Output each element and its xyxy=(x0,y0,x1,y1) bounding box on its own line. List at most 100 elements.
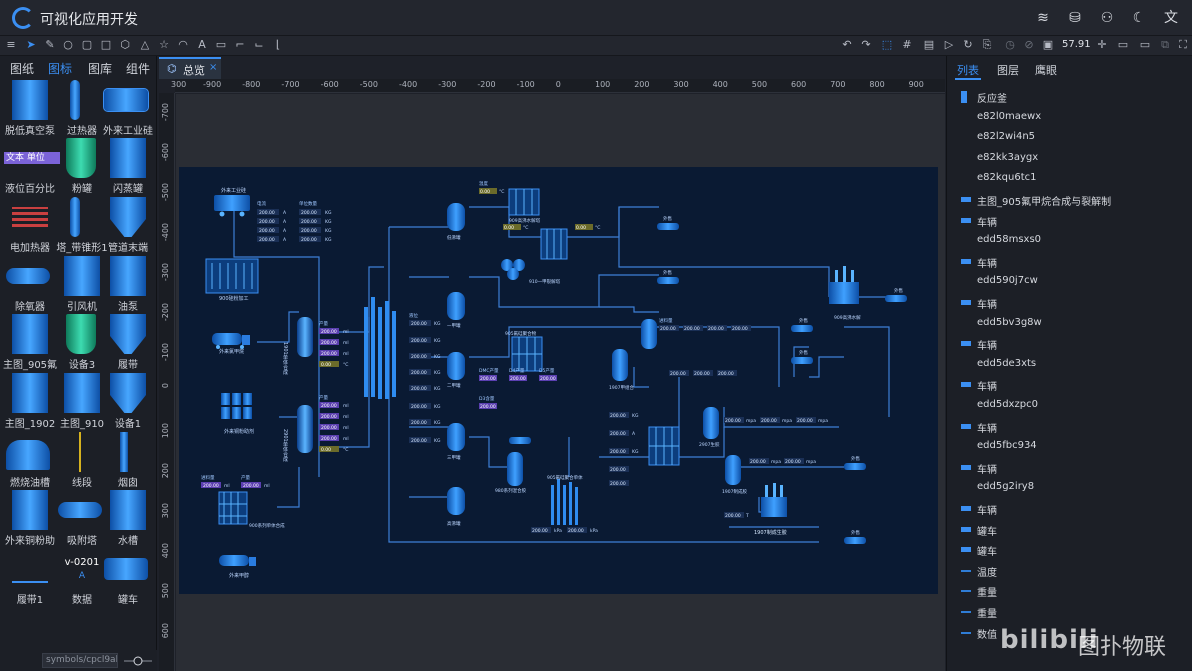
history-icon[interactable]: ◷ xyxy=(1003,38,1017,52)
pen-icon[interactable]: ✎ xyxy=(43,38,57,52)
hexagon-icon[interactable]: ⬡ xyxy=(118,38,132,52)
asset-item[interactable]: 外来工业硅 xyxy=(102,80,154,138)
list-item[interactable]: 车辆 xyxy=(957,211,1185,231)
asset-item[interactable]: 除氧器 xyxy=(4,256,56,314)
tab-drawings[interactable]: 图纸 xyxy=(10,60,34,77)
symbol-path-field[interactable]: symbols/cpcl9akpv5 xyxy=(42,653,118,668)
ruler-tick-label: 100 xyxy=(161,423,170,439)
list-item[interactable]: edd5dxzpc0 xyxy=(957,396,1185,416)
asset-item[interactable]: 油泵 xyxy=(102,256,154,314)
asset-item[interactable]: 主图_905氟 xyxy=(3,314,57,372)
translate-icon[interactable]: 文 xyxy=(1162,9,1180,27)
asset-item[interactable]: 文本 单位 液位百分比 xyxy=(4,138,60,196)
asset-item[interactable]: 燃烧油槽 xyxy=(4,432,56,490)
fit-view-icon[interactable]: ✛ xyxy=(1095,38,1109,52)
polyline-icon[interactable]: ⌙ xyxy=(252,38,266,52)
list-item[interactable]: 温度 xyxy=(957,561,1185,581)
menu-icon[interactable]: ≡ xyxy=(4,38,18,52)
panel-left-icon[interactable]: ▭ xyxy=(1116,38,1130,52)
asset-item[interactable]: 履带1 xyxy=(4,549,56,607)
asset-item[interactable]: 水槽 xyxy=(102,490,154,548)
list-item[interactable]: e82kqu6tc1 xyxy=(957,169,1185,189)
hopper-icon xyxy=(110,314,146,354)
arc-icon[interactable]: ◠ xyxy=(176,38,190,52)
connector-icon[interactable]: ⌐ xyxy=(233,38,247,52)
users-icon[interactable]: ⚇ xyxy=(1098,9,1116,27)
asset-item[interactable]: 电加热器 xyxy=(4,197,56,255)
list-item[interactable]: 车辆 xyxy=(957,417,1185,437)
list-item[interactable]: e82l0maewx xyxy=(957,108,1185,128)
asset-item[interactable]: 外来铜粉助 xyxy=(4,490,56,548)
list-item[interactable]: 反应釜 xyxy=(957,87,1185,107)
grid-icon[interactable]: # xyxy=(900,38,914,52)
pointer-icon[interactable]: ➤ xyxy=(24,38,38,52)
undo-icon[interactable]: ↶ xyxy=(840,38,854,52)
asset-item[interactable]: 管道末端 xyxy=(102,197,154,255)
readout-unit: KG xyxy=(325,219,332,225)
asset-item[interactable]: 闪蒸罐 xyxy=(102,138,154,196)
moon-icon[interactable]: ☾ xyxy=(1130,9,1148,27)
list-item[interactable]: edd5de3xts xyxy=(957,355,1185,375)
asset-item[interactable]: 主图_1902 xyxy=(4,373,56,431)
list-item[interactable]: edd5fbc934 xyxy=(957,437,1185,457)
rect-icon[interactable]: □ xyxy=(99,38,113,52)
asset-item[interactable]: 履带 xyxy=(102,314,154,372)
copy-icon[interactable]: ⧉ xyxy=(1158,38,1172,52)
refresh-icon[interactable]: ↻ xyxy=(961,38,975,52)
triangle-icon[interactable]: △ xyxy=(138,38,152,52)
tab-layers[interactable]: 图层 xyxy=(997,62,1019,78)
icon-size-slider[interactable] xyxy=(124,656,152,666)
readout-unit: KG xyxy=(434,404,441,410)
preview-icon[interactable]: ▣ xyxy=(1041,38,1055,52)
readout-unit: °C xyxy=(499,189,504,195)
lock-icon[interactable]: ⊘ xyxy=(1022,38,1036,52)
panel-right-icon[interactable]: ▭ xyxy=(1138,38,1152,52)
list-item[interactable]: e82l2wi4n5 xyxy=(957,128,1185,148)
rounded-rect-icon[interactable]: ▢ xyxy=(80,38,94,52)
list-item[interactable]: edd590j7cw xyxy=(957,272,1185,292)
text-icon[interactable]: A xyxy=(195,38,209,52)
list-item[interactable]: 罐车 xyxy=(957,520,1185,540)
list-item[interactable]: 车辆 xyxy=(957,458,1185,478)
zoom-level[interactable]: 57.91 xyxy=(1062,39,1091,50)
list-item[interactable]: 重量 xyxy=(957,581,1185,601)
redo-icon[interactable]: ↷ xyxy=(859,38,873,52)
tab-list[interactable]: 列表 xyxy=(957,62,979,78)
play-icon[interactable]: ▷ xyxy=(942,38,956,52)
process-diagram[interactable]: 外来工业硅 900硅粉加工 外来氯甲烷 外来铜粉助剂 900系列单体合成 外来甲… xyxy=(179,167,938,594)
asset-item[interactable]: 设备1 xyxy=(102,373,154,431)
list-item[interactable]: 车辆 xyxy=(957,375,1185,395)
save-icon[interactable]: ▤ xyxy=(922,38,936,52)
list-item[interactable]: e82kk3aygx xyxy=(957,149,1185,169)
asset-item[interactable]: 罐车 xyxy=(102,549,154,607)
asset-item[interactable]: 脱低真空泵 xyxy=(4,80,56,138)
tab-library[interactable]: 图库 xyxy=(88,60,112,77)
tab-overview[interactable]: ⌬ 总览 × xyxy=(159,57,221,79)
fullscreen-icon[interactable]: ⛶ xyxy=(1176,38,1190,52)
list-item[interactable]: 车辆 xyxy=(957,252,1185,272)
database-icon[interactable]: ⛁ xyxy=(1066,9,1084,27)
circle-icon[interactable]: ○ xyxy=(61,38,75,52)
tab-icons[interactable]: 图标 xyxy=(48,60,72,77)
list-item[interactable]: edd5bv3g8w xyxy=(957,314,1185,334)
asset-item[interactable]: 烟囱 xyxy=(102,432,154,490)
orthogonal-line-icon[interactable]: ⌊ xyxy=(271,38,285,52)
monitor-icon[interactable]: ▭ xyxy=(214,38,228,52)
list-item[interactable]: 车辆 xyxy=(957,499,1185,519)
list-item[interactable]: 主图_905氟甲烷合成与裂解制 xyxy=(957,190,1185,210)
list-item[interactable]: 车辆 xyxy=(957,293,1185,313)
list-item[interactable]: edd5g2iry8 xyxy=(957,478,1185,498)
list-item[interactable]: 罐车 xyxy=(957,540,1185,560)
tab-components[interactable]: 组件 xyxy=(126,60,150,77)
readout-value: 200.00 xyxy=(718,371,734,377)
list-item[interactable]: edd58msxs0 xyxy=(957,231,1185,251)
list-item[interactable]: 重量 xyxy=(957,602,1185,622)
layers-stack-icon[interactable]: ≋ xyxy=(1034,9,1052,27)
tab-eagle-eye[interactable]: 鹰眼 xyxy=(1035,62,1057,78)
list-item[interactable]: 车辆 xyxy=(957,334,1185,354)
select-box-icon[interactable]: ⬚ xyxy=(880,38,894,52)
star-icon[interactable]: ☆ xyxy=(157,38,171,52)
export-icon[interactable]: ⎘ xyxy=(980,38,994,52)
tank-low-boil xyxy=(447,203,465,231)
close-icon[interactable]: × xyxy=(209,62,217,73)
